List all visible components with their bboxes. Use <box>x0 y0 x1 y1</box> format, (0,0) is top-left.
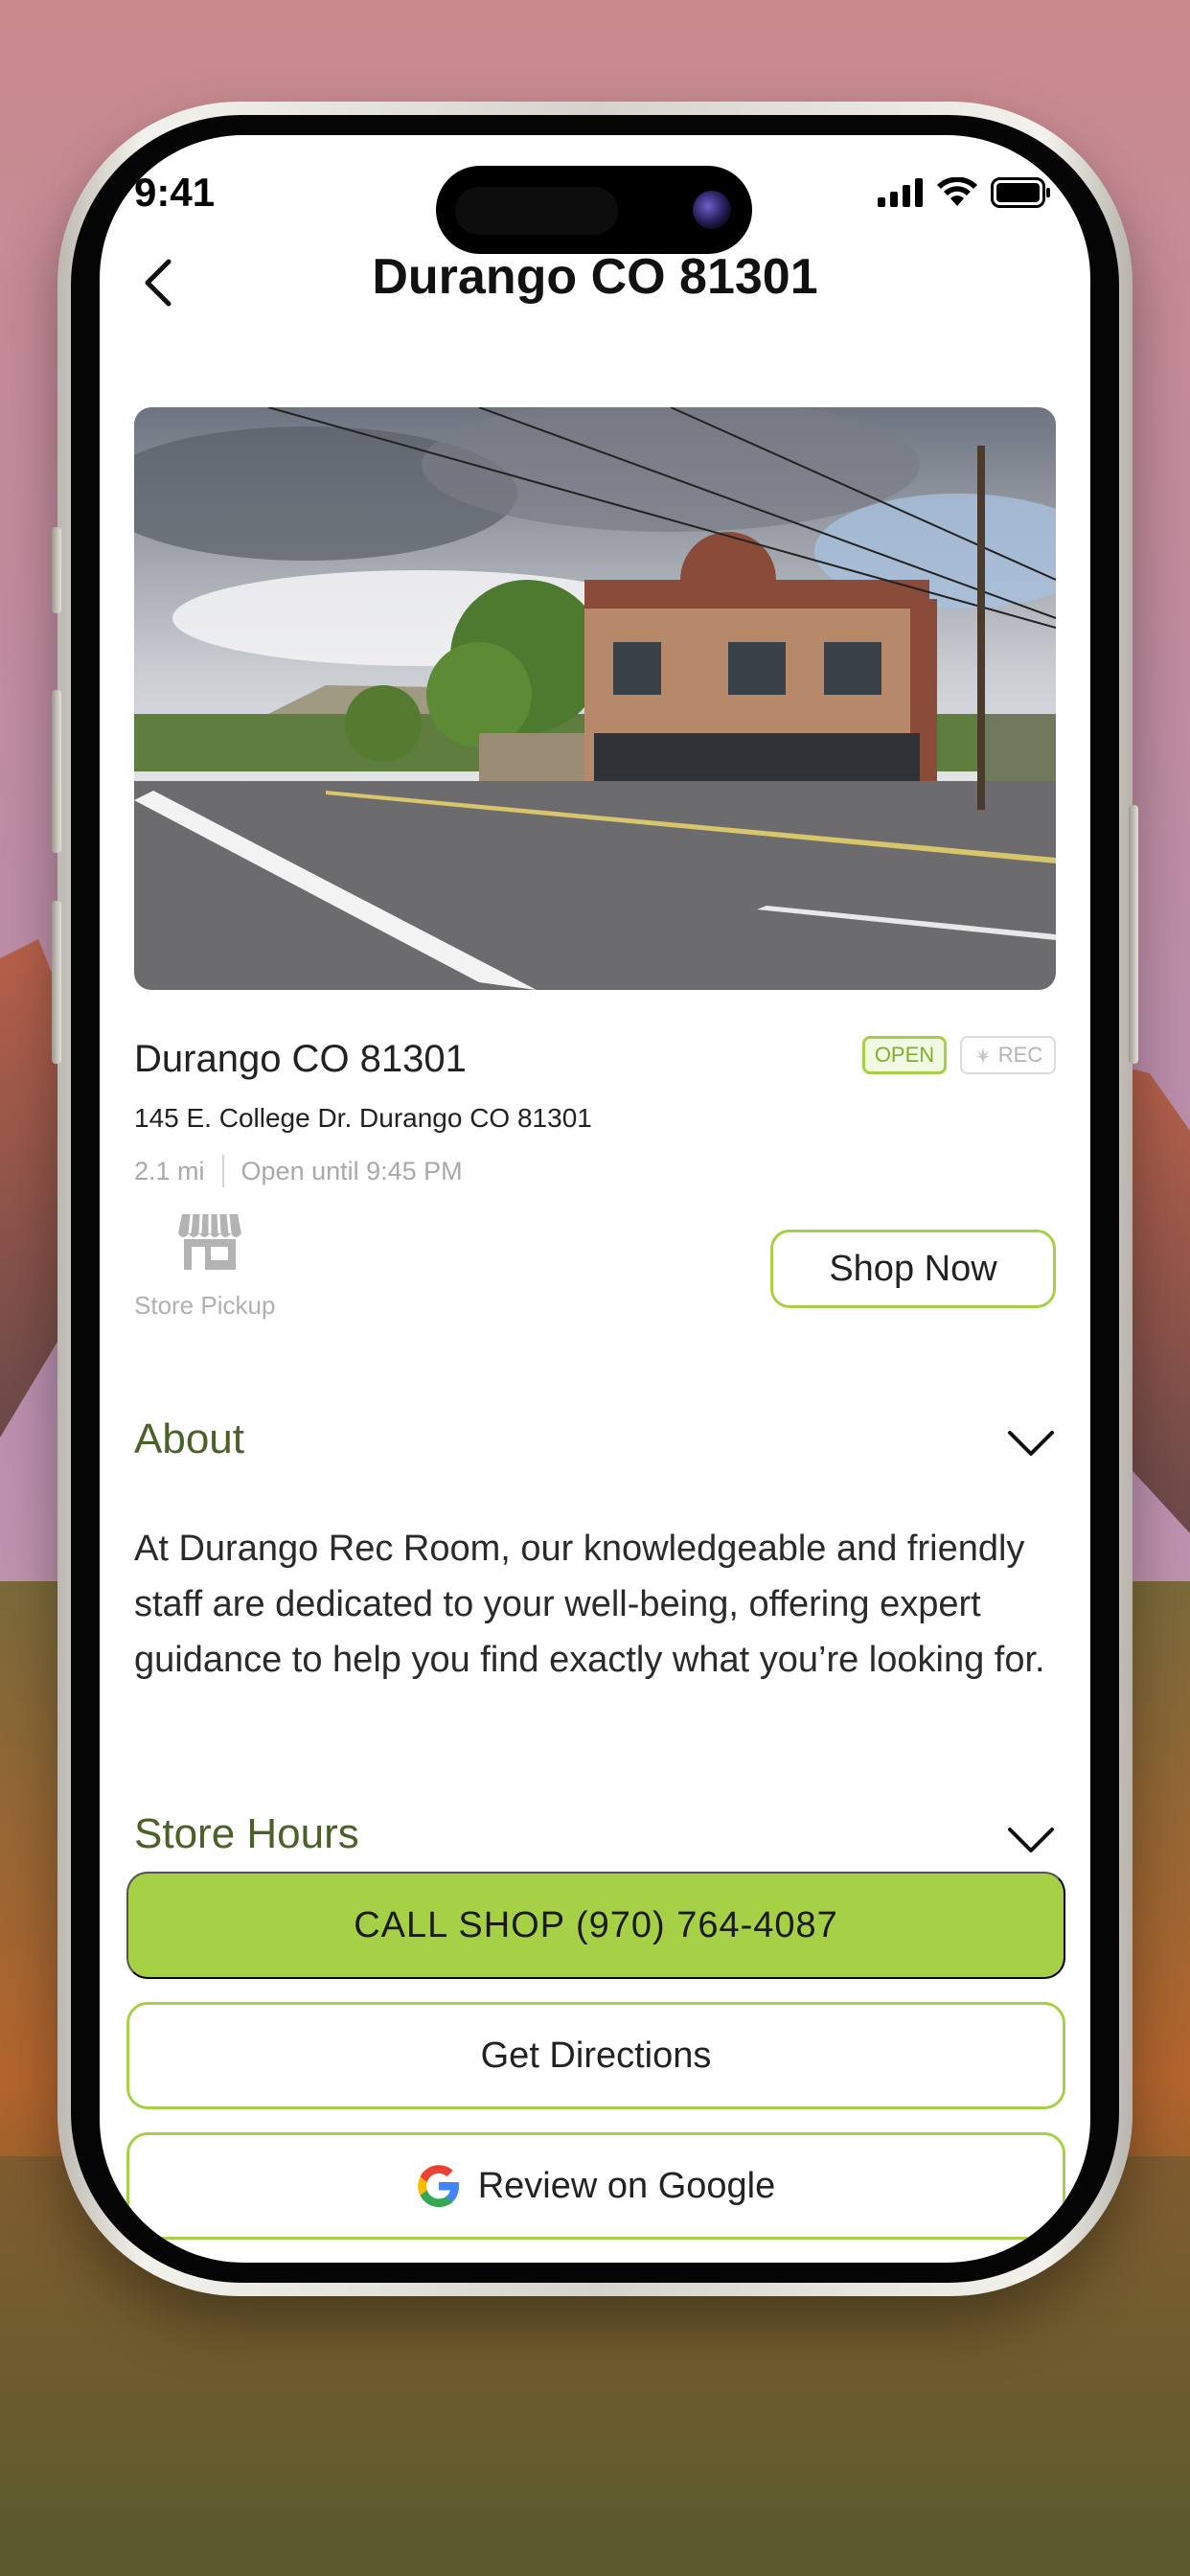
storefront-icon <box>178 1213 241 1270</box>
volume-down-button <box>52 901 61 1064</box>
page-title: Durango CO 81301 <box>372 249 818 305</box>
about-description: At Durango Rec Room, our knowledgeable a… <box>134 1529 1045 1680</box>
cellular-signal-icon <box>878 178 923 207</box>
dynamic-island <box>436 166 752 254</box>
storefront-photo <box>134 407 1056 990</box>
app-screen: 9:41 Durango CO 81301 Durango CO 81301 O… <box>100 135 1090 2263</box>
store-pickup-label: Store Pickup <box>134 1291 276 1320</box>
store-hours-heading[interactable]: Store Hours <box>134 1810 359 1858</box>
google-g-icon <box>417 2165 459 2207</box>
action-button <box>52 527 61 613</box>
power-button <box>1129 805 1138 1064</box>
cannabis-leaf-icon <box>974 1047 991 1063</box>
store-address: 145 E. College Dr. Durango CO 81301 <box>134 1103 592 1133</box>
chevron-down-icon[interactable] <box>1006 1824 1056 1858</box>
status-icons <box>878 177 1052 208</box>
volume-up-button <box>52 690 61 853</box>
store-name: Durango CO 81301 <box>134 1038 467 1080</box>
chevron-down-icon[interactable] <box>1006 1427 1056 1461</box>
about-heading[interactable]: About <box>134 1415 244 1463</box>
store-hours-summary: Open until 9:45 PM <box>240 1156 463 1185</box>
front-camera <box>693 191 731 229</box>
shop-now-button[interactable]: Shop Now <box>770 1230 1056 1308</box>
store-distance: 2.1 mi <box>134 1156 205 1185</box>
call-shop-button[interactable]: CALL SHOP (970) 764-4087 <box>126 1872 1065 1979</box>
face-sensor <box>455 187 618 235</box>
battery-icon <box>991 177 1050 208</box>
status-time: 9:41 <box>134 170 216 215</box>
rec-badge-label: REC <box>997 1043 1043 1067</box>
store-meta: 2.1 mi Open until 9:45 PM <box>134 1155 463 1187</box>
rec-badge: REC <box>960 1036 1056 1074</box>
meta-divider <box>221 1155 224 1187</box>
get-directions-button[interactable]: Get Directions <box>126 2002 1065 2109</box>
open-status-badge: OPEN <box>862 1036 947 1074</box>
review-on-google-label: Review on Google <box>477 2165 776 2206</box>
review-on-google-button[interactable]: Review on Google <box>126 2132 1065 2240</box>
wifi-icon <box>937 177 977 206</box>
